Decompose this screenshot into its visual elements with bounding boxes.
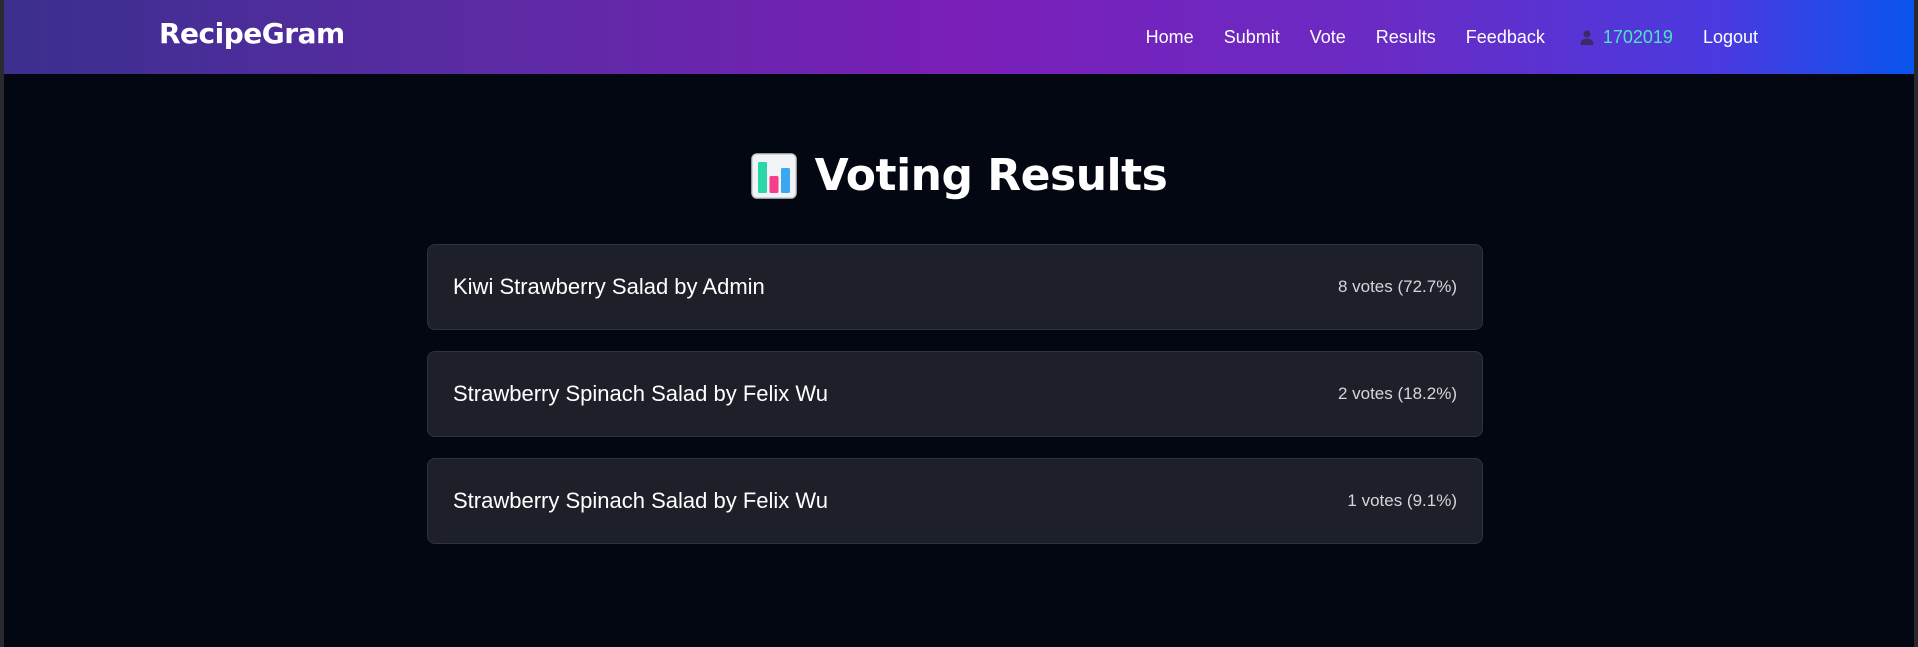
bar-chart-icon xyxy=(750,152,797,199)
result-card: Kiwi Strawberry Salad by Admin 8 votes (… xyxy=(427,244,1483,330)
nav-results[interactable]: Results xyxy=(1376,27,1436,48)
result-votes: 1 votes (9.1%) xyxy=(1347,491,1457,510)
result-card: Strawberry Spinach Salad by Felix Wu 1 v… xyxy=(427,458,1483,544)
result-title: Strawberry Spinach Salad by Felix Wu xyxy=(453,488,828,513)
user-id: 1702019 xyxy=(1602,26,1673,47)
nav-user[interactable]: 1702019 xyxy=(1579,27,1673,48)
nav-logout[interactable]: Logout xyxy=(1703,27,1758,48)
user-icon xyxy=(1580,30,1594,45)
nav-feedback[interactable]: Feedback xyxy=(1466,27,1545,48)
result-votes: 8 votes (72.7%) xyxy=(1337,277,1457,296)
page-heading: Voting Results xyxy=(4,150,1914,201)
nav-links: Home Submit Vote Results Feedback 170201… xyxy=(1116,0,1758,74)
app-window: RecipeGram Home Submit Vote Results Feed… xyxy=(4,0,1914,647)
result-votes: 2 votes (18.2%) xyxy=(1337,384,1457,403)
result-title: Strawberry Spinach Salad by Felix Wu xyxy=(453,381,828,406)
result-title: Kiwi Strawberry Salad by Admin xyxy=(453,274,765,299)
navbar: RecipeGram Home Submit Vote Results Feed… xyxy=(4,0,1914,74)
nav-submit[interactable]: Submit xyxy=(1224,27,1280,48)
result-card: Strawberry Spinach Salad by Felix Wu 2 v… xyxy=(427,351,1483,437)
brand-logo[interactable]: RecipeGram xyxy=(159,17,345,50)
page-title: Voting Results xyxy=(814,150,1168,201)
nav-home[interactable]: Home xyxy=(1146,27,1194,48)
results-list: Kiwi Strawberry Salad by Admin 8 votes (… xyxy=(427,244,1483,565)
nav-vote[interactable]: Vote xyxy=(1310,27,1346,48)
